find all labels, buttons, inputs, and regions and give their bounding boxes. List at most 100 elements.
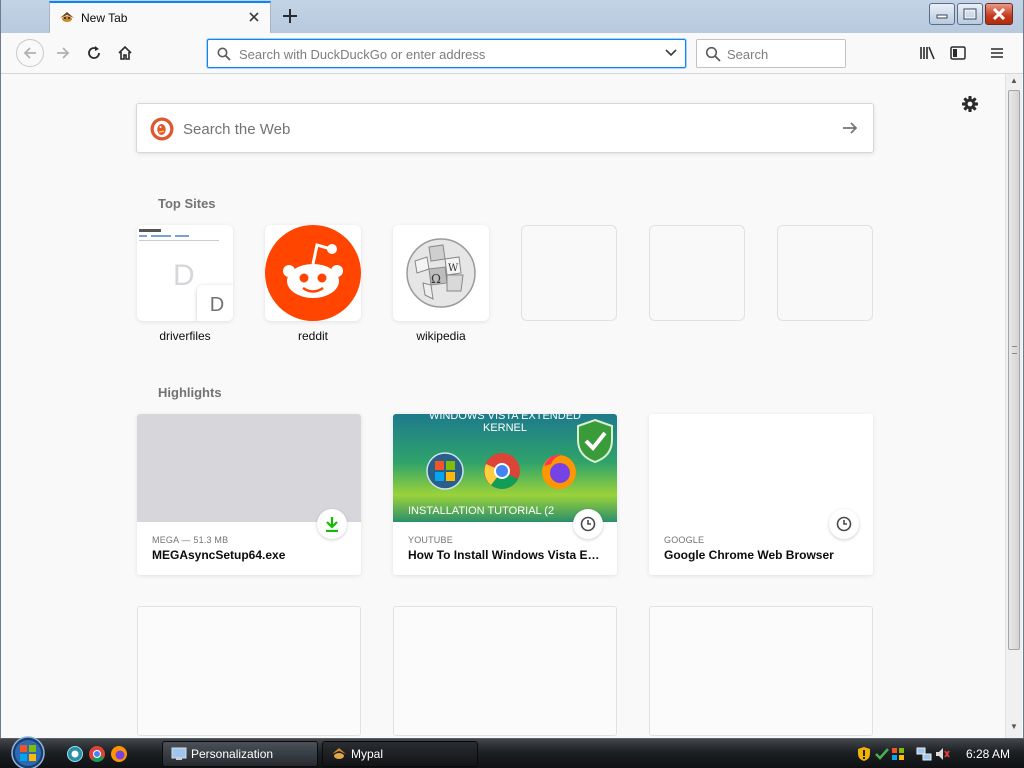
security-shield-icon[interactable]: [856, 746, 872, 762]
show-desktop-icon[interactable]: [66, 745, 84, 763]
clock[interactable]: 6:28 AM: [966, 747, 1010, 761]
update-check-icon[interactable]: [874, 746, 890, 762]
wikipedia-globe-icon: Ω W: [393, 225, 489, 321]
scroll-up-arrow-icon[interactable]: ▲: [1010, 76, 1018, 85]
top-site-empty[interactable]: [777, 225, 873, 329]
search-icon: [217, 47, 231, 61]
sidebar-button[interactable]: [945, 40, 971, 66]
network-icon[interactable]: [916, 746, 932, 762]
taskbar-item-mypal[interactable]: Mypal: [322, 741, 478, 767]
highlight-card-google[interactable]: Google Google Chrome Web Browser: [649, 414, 873, 575]
reload-button[interactable]: [81, 40, 107, 66]
history-badge: [829, 509, 859, 539]
reddit-logo-icon: [265, 225, 361, 321]
tab-new-tab[interactable]: New Tab: [49, 1, 271, 33]
search-bar[interactable]: [696, 39, 846, 68]
chrome-quicklaunch-icon[interactable]: [88, 745, 106, 763]
highlight-thumbnail: [649, 414, 873, 522]
maximize-button[interactable]: [957, 3, 983, 25]
task-label: Mypal: [351, 747, 384, 761]
gear-icon[interactable]: [960, 94, 980, 114]
vertical-scrollbar[interactable]: ▲ ▼: [1005, 74, 1022, 738]
scrollbar-thumb[interactable]: [1008, 90, 1020, 650]
firefox-quicklaunch-icon[interactable]: [110, 745, 128, 763]
download-icon: [326, 517, 338, 532]
library-icon: [920, 46, 935, 60]
top-site-empty[interactable]: [649, 225, 745, 329]
highlight-context: MEGA — 51.3 MB: [152, 535, 229, 545]
highlights-title: Highlights: [158, 385, 222, 400]
web-search-input[interactable]: [183, 120, 823, 138]
close-window-button[interactable]: [985, 3, 1013, 25]
home-button[interactable]: [112, 40, 138, 66]
windows-flag-icon[interactable]: [890, 746, 906, 762]
tab-title: New Tab: [81, 11, 128, 25]
highlight-context: Google: [664, 535, 705, 545]
system-tray: 6:28 AM: [852, 739, 1024, 768]
address-input[interactable]: [239, 46, 659, 62]
svg-text:W: W: [448, 263, 459, 274]
windows-logo-icon: [426, 452, 464, 490]
top-site-label: wikipedia: [416, 329, 466, 343]
minimize-button[interactable]: [929, 3, 955, 25]
taskbar: Personalization Mypal 6:28 AM: [0, 735, 1024, 768]
shield-check-icon: [577, 418, 613, 464]
top-site-driverfiles[interactable]: D D driverfiles: [137, 225, 233, 343]
highlight-card-mega[interactable]: MEGA — 51.3 MB MEGAsyncSetup64.exe: [137, 414, 361, 575]
navigation-toolbar: [1, 33, 1023, 74]
maximize-icon: [963, 8, 977, 20]
library-button[interactable]: [915, 40, 941, 66]
firefox-logo-icon: [542, 454, 576, 489]
new-tab-page: Top Sites D D driverfiles: [2, 74, 1000, 738]
menu-button[interactable]: [984, 40, 1010, 66]
reload-icon: [88, 46, 100, 59]
close-tab-icon[interactable]: [246, 9, 262, 25]
top-site-label: driverfiles: [159, 329, 211, 343]
top-site-tile: Ω W: [393, 225, 489, 321]
forward-arrow-icon: [57, 47, 70, 59]
task-label: Personalization: [191, 747, 274, 761]
start-orb-icon[interactable]: [8, 735, 48, 768]
highlight-placeholder: [393, 606, 617, 736]
sidebar-icon: [950, 46, 966, 60]
volume-muted-icon[interactable]: [934, 746, 950, 762]
home-icon: [118, 45, 132, 60]
taskbar-item-personalization[interactable]: Personalization: [162, 741, 318, 767]
browser-window: New Tab Search with DuckDuckGo or enter …: [0, 0, 1024, 738]
web-search-box[interactable]: [136, 103, 874, 153]
top-site-tile: [265, 225, 361, 321]
top-site-wikipedia[interactable]: Ω W wikipedia: [393, 225, 489, 343]
scrollbar-grip: [1012, 346, 1017, 354]
top-site-tile: D D: [137, 225, 233, 321]
address-bar[interactable]: [207, 39, 686, 68]
top-sites-title: Top Sites: [158, 196, 216, 211]
site-icon-badge: D: [197, 285, 233, 321]
highlight-placeholder: [649, 606, 873, 736]
download-badge: [317, 509, 347, 539]
thumbnail-caption-bottom: INSTALLATION TUTORIAL (2: [408, 505, 555, 517]
highlight-placeholder: [137, 606, 361, 736]
top-site-empty[interactable]: [521, 225, 617, 329]
top-site-placeholder-tile: [777, 225, 873, 321]
hamburger-menu-icon: [991, 48, 1003, 58]
clock-icon: [836, 516, 852, 532]
scroll-down-arrow-icon[interactable]: ▼: [1010, 722, 1018, 731]
back-arrow-icon: [23, 47, 36, 59]
chevron-down-icon[interactable]: [665, 48, 677, 58]
clock-icon: [580, 516, 596, 532]
highlight-title: MEGAsyncSetup64.exe: [152, 548, 286, 562]
forward-button[interactable]: [50, 40, 76, 66]
arrow-right-icon[interactable]: [841, 119, 859, 137]
new-tab-plus-icon[interactable]: [279, 5, 301, 27]
highlight-card-youtube[interactable]: WINDOWS VISTA EXTENDED KERNEL INSTALLATI…: [393, 414, 617, 575]
search-input[interactable]: [727, 46, 837, 62]
chrome-logo-icon: [484, 453, 520, 489]
duckduckgo-logo-icon: [150, 117, 174, 141]
highlight-context: YouTube: [408, 535, 453, 545]
youtube-video-thumbnail: WINDOWS VISTA EXTENDED KERNEL INSTALLATI…: [393, 414, 617, 522]
back-button[interactable]: [16, 39, 44, 67]
mypal-favicon-icon: [60, 12, 74, 22]
top-site-reddit[interactable]: reddit: [265, 225, 361, 343]
top-site-placeholder-tile: [521, 225, 617, 321]
highlight-title: Google Chrome Web Browser: [664, 548, 834, 562]
